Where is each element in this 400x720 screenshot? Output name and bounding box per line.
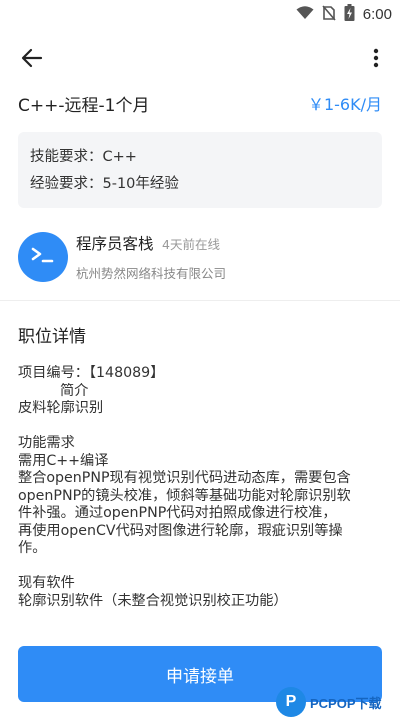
- function-line: 作。: [18, 540, 47, 556]
- function-label: 功能需求: [18, 435, 75, 451]
- recruiter-name: 程序员客栈: [76, 235, 154, 253]
- job-salary: ￥1-6K/月: [307, 95, 382, 114]
- job-description: 项目编号：【148089】 简介 皮料轮廓识别 功能需求 需用C++编译 整合o…: [18, 365, 386, 610]
- intro-label: 简介: [60, 382, 89, 399]
- app-bar: [0, 38, 400, 82]
- requirements-box: 技能要求：C++ 经验要求：5-10年经验: [18, 132, 382, 208]
- more-vert-icon: [373, 48, 379, 72]
- intro-text: 皮料轮廓识别: [18, 400, 104, 416]
- project-id-line: 项目编号：【148089】: [18, 365, 165, 381]
- job-title: C++-远程-1个月: [18, 96, 150, 116]
- experience-requirement: 经验要求：5-10年经验: [30, 173, 370, 200]
- function-line: 件补强。通过openPNP代码对拍照成像进行校准，: [18, 505, 337, 521]
- function-line: openPNP的镜头校准，倾斜等基础功能对轮廓识别软: [18, 487, 351, 504]
- watermark-text: PCPOP下载: [310, 695, 382, 711]
- terminal-icon: [30, 246, 56, 268]
- more-options-button[interactable]: [364, 44, 388, 76]
- skill-requirement: 技能要求：C++: [30, 146, 370, 173]
- skill-label: 技能要求：: [30, 149, 103, 165]
- function-line: 整合openPNP现有视觉识别代码进动态库，需要包含: [18, 470, 351, 486]
- divider: [0, 300, 400, 301]
- company-card[interactable]: 程序员客栈 4天前在线 杭州势然网络科技有限公司: [18, 226, 382, 288]
- back-button[interactable]: [14, 44, 50, 76]
- wifi-icon: [296, 5, 314, 24]
- section-title: 职位详情: [18, 327, 86, 347]
- company-name: 杭州势然网络科技有限公司: [76, 266, 227, 281]
- status-icons: 6:00: [296, 4, 392, 25]
- function-line: 再使用openCV代码对图像进行轮廓，瑕疵识别等操: [18, 522, 343, 539]
- software-label: 现有软件: [18, 575, 75, 591]
- avatar[interactable]: [18, 232, 68, 282]
- experience-value: 5-10年经验: [102, 176, 179, 192]
- skill-value: C++: [102, 149, 137, 165]
- online-status: 4天前在线: [162, 237, 220, 252]
- no-sim-icon: [322, 4, 336, 25]
- status-bar: 6:00: [0, 0, 400, 28]
- battery-charging-icon: [344, 4, 355, 25]
- software-text: 轮廓识别软件（未整合视觉识别校正功能）: [18, 592, 288, 609]
- status-time: 6:00: [362, 6, 392, 23]
- watermark: P PCPOP下载: [276, 684, 400, 720]
- watermark-logo: P: [276, 687, 306, 717]
- job-header: C++-远程-1个月 ￥1-6K/月: [18, 88, 382, 118]
- experience-label: 经验要求：: [30, 176, 103, 192]
- function-line: 需用C++编译: [18, 452, 109, 469]
- arrow-left-icon: [21, 48, 43, 72]
